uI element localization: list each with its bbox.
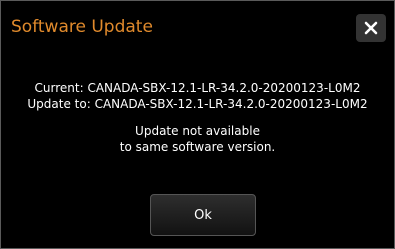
status-message-line-2: to same software version. [119, 140, 276, 154]
ok-button[interactable]: Ok [150, 194, 256, 236]
close-icon [364, 21, 378, 35]
status-message-line-1: Update not available [135, 124, 260, 138]
software-update-dialog: Software Update Current: CANADA-SBX-12.1… [0, 0, 395, 249]
close-button[interactable] [356, 14, 386, 42]
update-to-version-text: Update to: CANADA-SBX-12.1-LR-34.2.0-202… [27, 97, 368, 111]
dialog-title: Software Update [11, 17, 153, 37]
current-version-text: Current: CANADA-SBX-12.1-LR-34.2.0-20200… [34, 81, 361, 95]
